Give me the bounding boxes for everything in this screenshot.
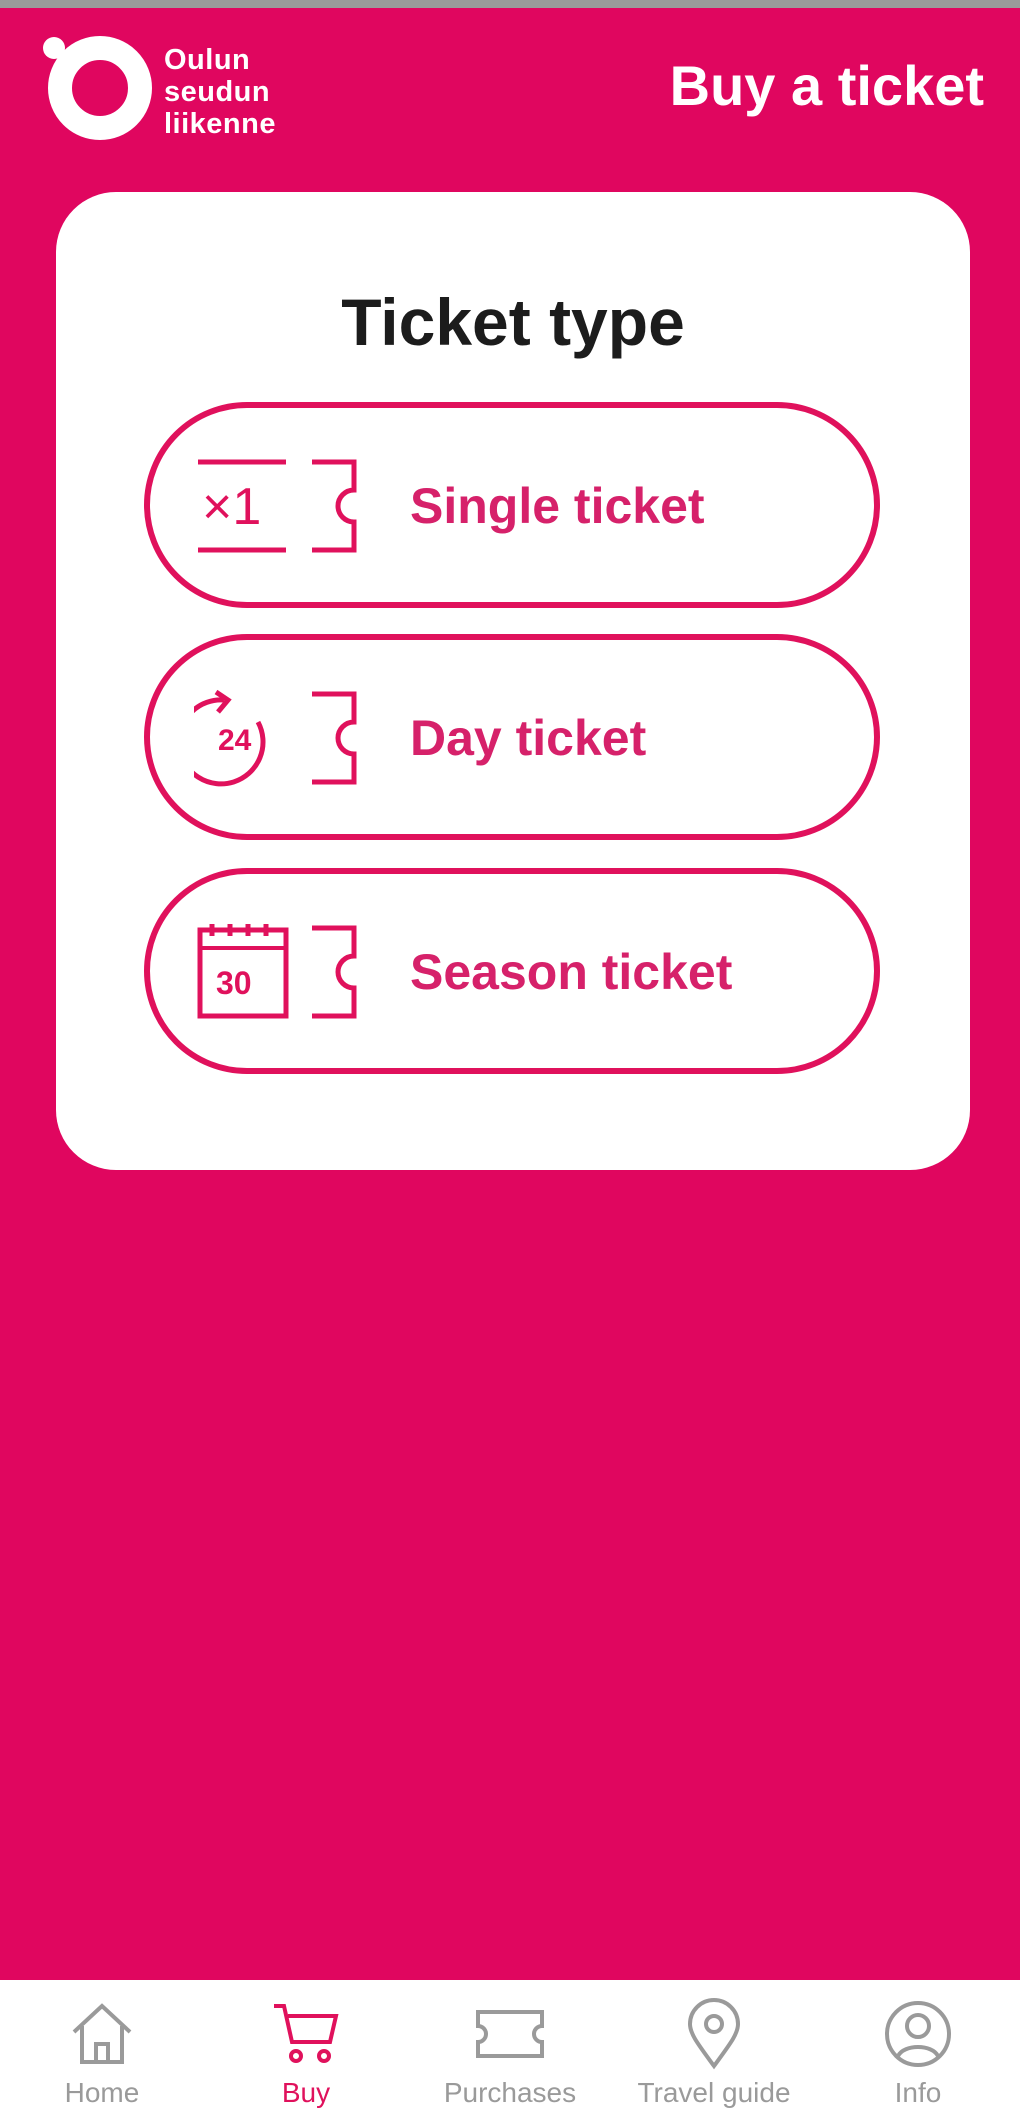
map-pin-icon <box>687 1998 741 2070</box>
svg-text:30: 30 <box>216 965 252 1001</box>
logo-line-2: seudun <box>164 76 271 108</box>
day-ticket-icon: 24 <box>194 689 357 787</box>
bottom-navigation: Home Buy Purchases Travel guide Info <box>0 1980 1020 2111</box>
nav-buy[interactable]: Buy <box>204 1980 408 2111</box>
home-icon <box>72 2003 132 2064</box>
single-ticket-icon: ×1 <box>198 459 357 553</box>
card-title: Ticket type <box>341 285 685 359</box>
day-ticket-button[interactable]: 24 Day ticket <box>144 634 880 840</box>
page-title: Buy a ticket <box>669 54 984 117</box>
nav-home-label: Home <box>64 2077 140 2108</box>
nav-purchases-label: Purchases <box>443 2077 577 2108</box>
logo-wordmark: Oulun seudun liikenne <box>164 44 324 140</box>
nav-purchases[interactable]: Purchases <box>408 1980 612 2111</box>
svg-text:×1: ×1 <box>202 478 261 536</box>
logo-line-3: liikenne <box>164 108 276 140</box>
cart-icon <box>274 2004 339 2063</box>
app-header: Oulun seudun liikenne Buy a ticket <box>0 8 1020 158</box>
nav-buy-label: Buy <box>281 2077 331 2108</box>
season-ticket-label: Season ticket <box>410 944 733 1000</box>
single-ticket-button[interactable]: ×1 Single ticket <box>144 402 880 608</box>
season-ticket-button[interactable]: 30 Season ticket <box>144 868 880 1074</box>
nav-travel-guide[interactable]: Travel guide <box>612 1980 816 2111</box>
nav-home[interactable]: Home <box>0 1980 204 2111</box>
logo-icon <box>43 36 152 140</box>
user-icon <box>885 2001 951 2067</box>
nav-info[interactable]: Info <box>816 1980 1020 2111</box>
logo-line-1: Oulun <box>164 44 251 76</box>
ticket-type-card: Ticket type ×1 Single ticket 24 Day tick… <box>56 192 970 1170</box>
nav-travel-guide-label: Travel guide <box>637 2077 791 2108</box>
brand-logo: Oulun seudun liikenne <box>40 26 310 146</box>
single-ticket-label: Single ticket <box>410 478 705 534</box>
season-ticket-icon: 30 <box>197 924 357 1019</box>
nav-info-label: Info <box>894 2077 942 2108</box>
svg-text:24: 24 <box>218 724 252 757</box>
day-ticket-label: Day ticket <box>410 710 647 766</box>
status-strip <box>0 0 1020 8</box>
ticket-icon <box>476 2010 544 2058</box>
